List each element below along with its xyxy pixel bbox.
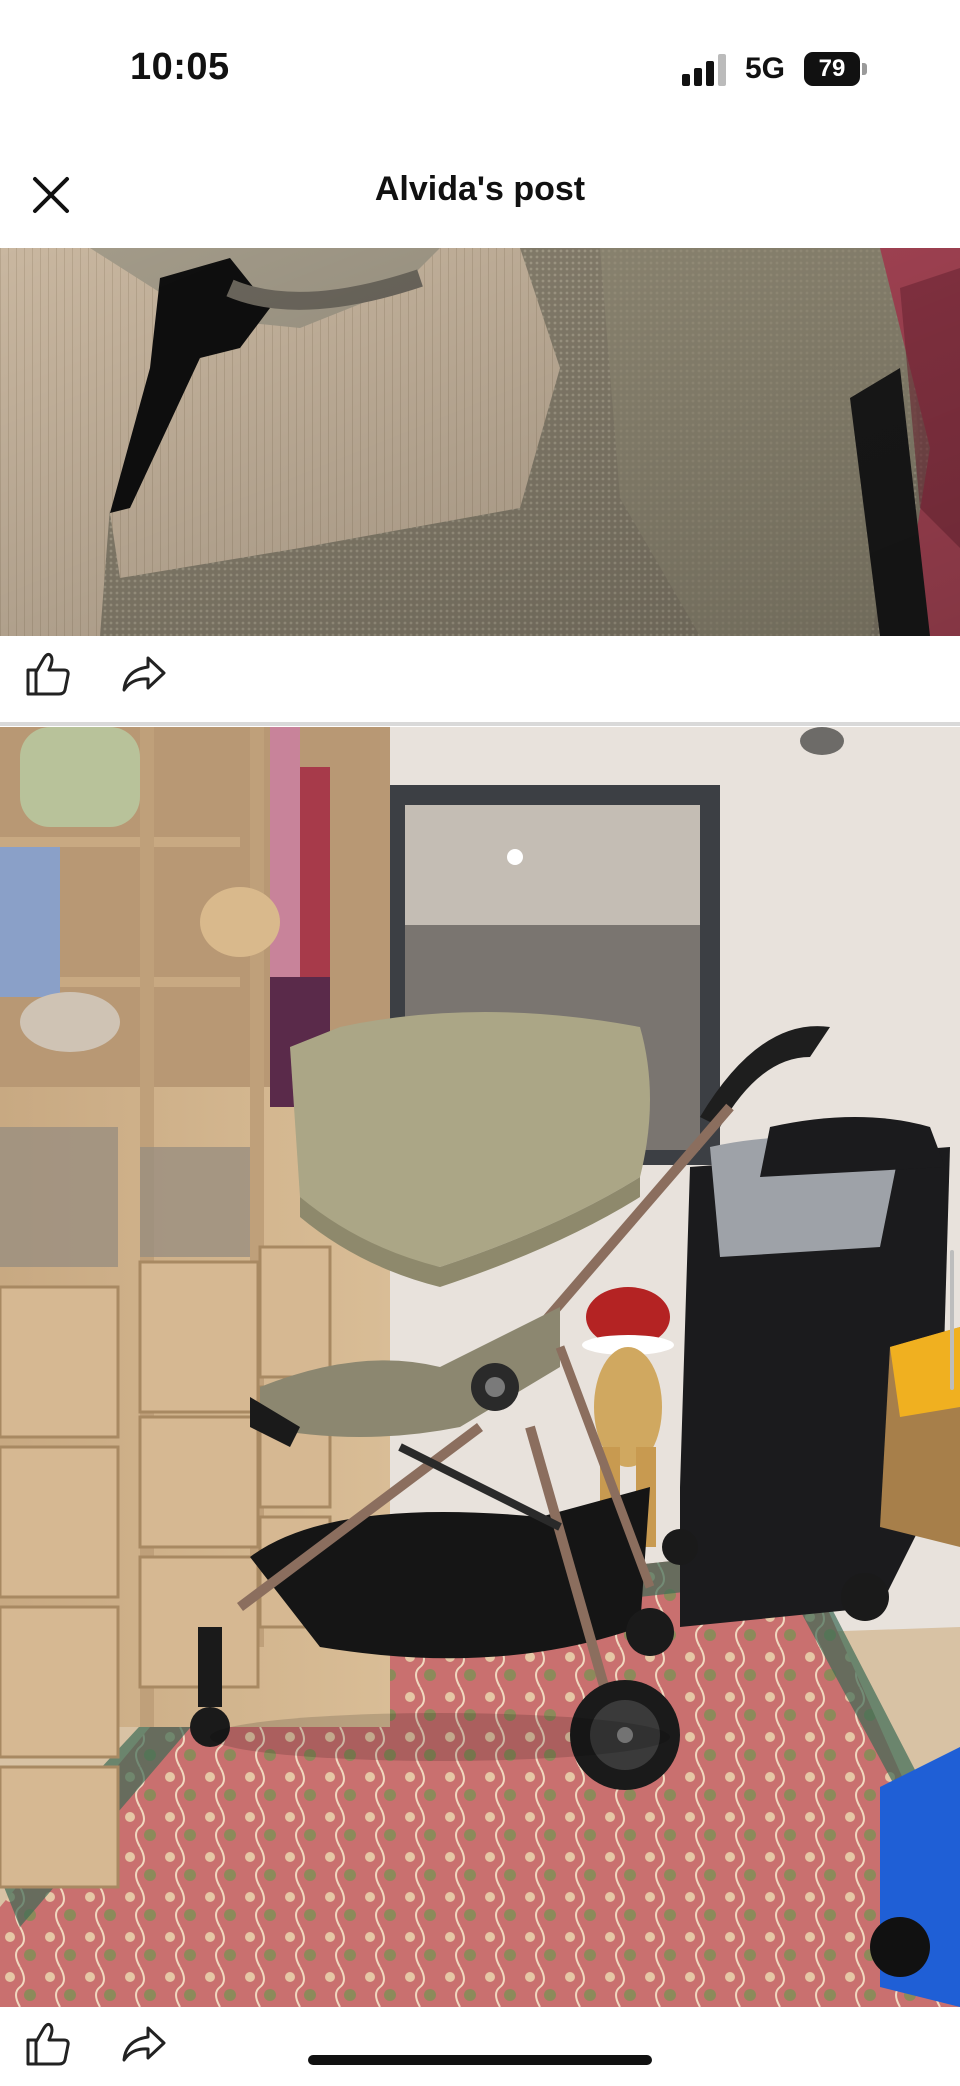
battery-level: 79: [804, 52, 860, 86]
stroller-fabric-closeup-image: [0, 248, 960, 636]
post-photo-2[interactable]: [0, 727, 960, 2007]
thumbs-up-icon[interactable]: [22, 2018, 74, 2070]
post-actions-2: [0, 2010, 960, 2082]
post-photo-1[interactable]: [0, 248, 960, 636]
cellular-signal-icon: [682, 54, 726, 86]
status-bar: 10:05 5G 79: [0, 0, 960, 140]
status-time: 10:05: [130, 46, 230, 88]
battery-cap: [862, 63, 867, 75]
network-type: 5G: [745, 52, 786, 85]
post-actions-1: [0, 640, 960, 712]
stroller-in-closet-room-image: [0, 727, 960, 2007]
battery-icon: 79: [804, 52, 868, 86]
home-indicator[interactable]: [308, 2055, 652, 2065]
post-header: Alvida's post: [0, 140, 960, 248]
scrollbar[interactable]: [950, 1250, 954, 1390]
post-divider: [0, 722, 960, 726]
share-arrow-icon[interactable]: [118, 648, 170, 700]
thumbs-up-icon[interactable]: [22, 648, 74, 700]
share-arrow-icon[interactable]: [118, 2018, 170, 2070]
page-title: Alvida's post: [374, 170, 586, 208]
